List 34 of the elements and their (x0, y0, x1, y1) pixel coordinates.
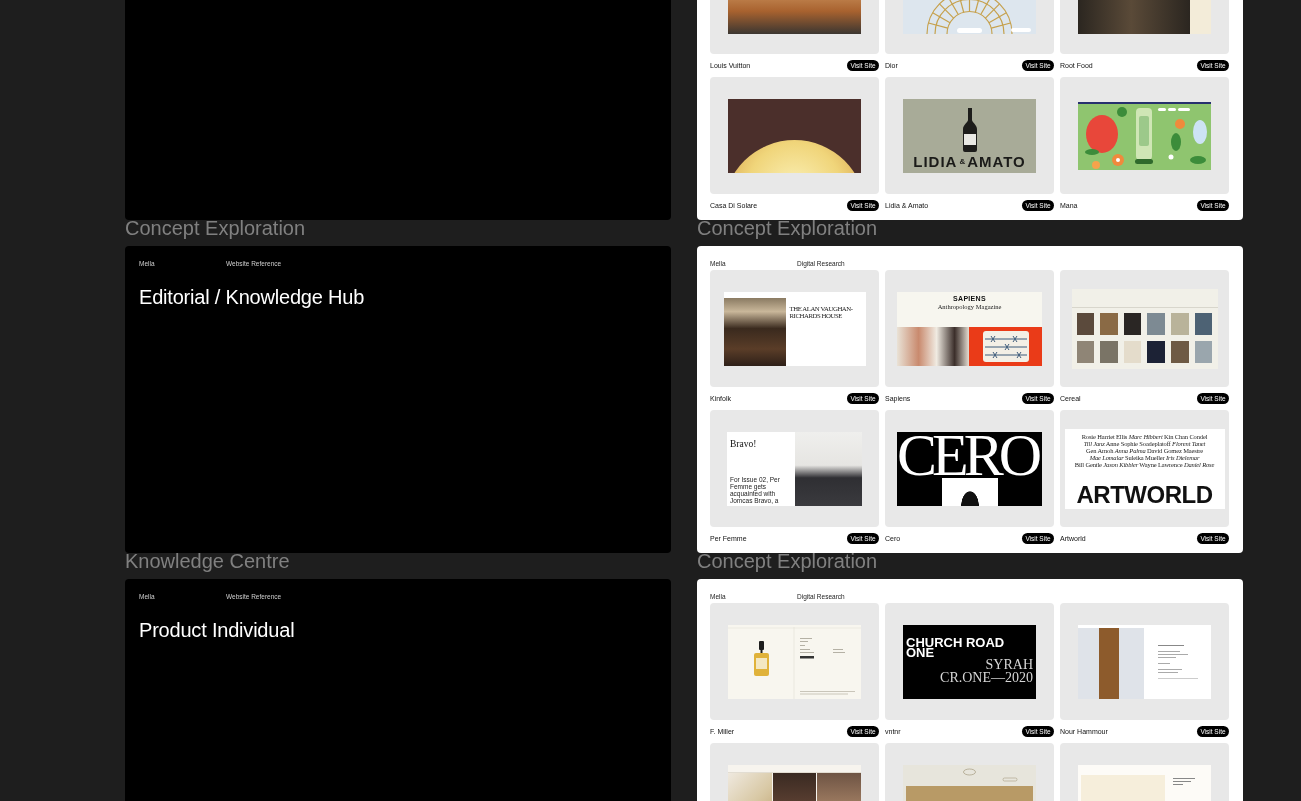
wordmark-text: & (959, 155, 966, 168)
photo-placeholder (1194, 340, 1213, 363)
feature-headline: Bravo! (730, 438, 758, 449)
frame-title: Concept Exploration (697, 550, 878, 572)
photo-placeholder (941, 477, 998, 506)
wine-name: SYRAH (985, 657, 1033, 671)
photo-placeholder (1171, 312, 1189, 335)
artworld-wordmark: ARTWORLD (1076, 484, 1213, 505)
photo-placeholder (1078, 627, 1144, 699)
photo-placeholder (1147, 312, 1166, 335)
photo-placeholder (897, 326, 969, 366)
wine-vintage: CR.ONE—2020 (940, 670, 1033, 684)
photo-placeholder (1076, 340, 1095, 363)
photo-placeholder (1076, 312, 1095, 335)
photo-placeholder (1100, 312, 1118, 335)
barbed-wire-drawing (982, 330, 1029, 362)
frame-title: Concept Exploration (697, 217, 878, 239)
wine-bottle-icon (962, 107, 977, 152)
wine-title: CHURCH ROAD ONE (906, 637, 1005, 658)
frame-title: Concept Exploration (125, 217, 306, 239)
photo-placeholder (1147, 340, 1166, 363)
photo-placeholder (1171, 340, 1189, 363)
text-lines-drawing (1158, 644, 1198, 679)
photo-placeholder (1123, 312, 1142, 335)
photo-placeholder (1100, 340, 1118, 363)
photo-placeholder (1194, 312, 1213, 335)
wordmark-text: LIDIA (913, 154, 958, 169)
photo-placeholder (1123, 340, 1142, 363)
frame-heading: Product Individual (139, 618, 295, 642)
frame-heading: Editorial / Knowledge Hub (139, 285, 365, 309)
frame-title: Knowledge Centre (125, 550, 290, 572)
wordmark-text: AMATO (967, 154, 1026, 169)
cero-wordmark: CERO (897, 431, 1039, 478)
photo-placeholder (723, 297, 786, 366)
